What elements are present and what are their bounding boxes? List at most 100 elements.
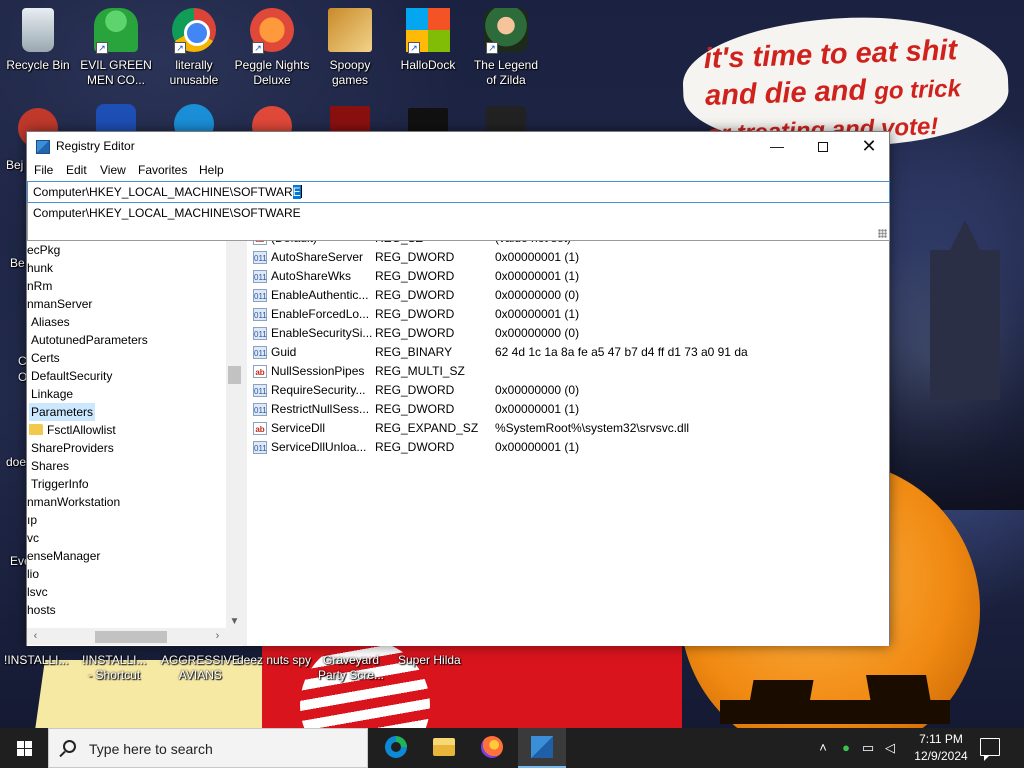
taskbar-clock[interactable]: 7:11 PM 12/9/2024	[906, 731, 976, 765]
desktop-icon-spoopy-games[interactable]: Spoopy games	[312, 8, 388, 88]
tree-item-fsctlallowlist[interactable]: FsctlAllowlist	[29, 421, 116, 439]
value-row[interactable]: 011 Guid REG_BINARY 62 4d 1c 1a 8a fe a5…	[247, 343, 887, 362]
clock-date: 12/9/2024	[914, 749, 968, 763]
value-row[interactable]: 011 EnableSecuritySi... REG_DWORD 0x0000…	[247, 324, 887, 343]
taskbar-app-firefox[interactable]	[468, 728, 516, 768]
value-row[interactable]: 011 AutoShareWks REG_DWORD 0x00000001 (1…	[247, 267, 887, 286]
desktop-icon-graveyard-party[interactable]: Graveyard Party Scre...	[318, 653, 384, 683]
menu-favorites[interactable]: Favorites	[138, 163, 187, 177]
value-row[interactable]: ab NullSessionPipes REG_MULTI_SZ	[247, 362, 887, 381]
tree-item[interactable]: hunk	[27, 259, 53, 277]
desktop-icon-installer-2[interactable]: !INSTALLI... - Shortcut	[82, 653, 146, 683]
tree-vertical-scrollbar[interactable]: ▼	[226, 232, 243, 630]
taskbar-app-registry-editor[interactable]	[518, 728, 566, 768]
address-input-value[interactable]: Computer\HKEY_LOCAL_MACHINE\SOFTWARE	[33, 185, 302, 199]
windows-logo-icon	[17, 741, 24, 748]
tree-item[interactable]: ecPkg	[27, 241, 60, 259]
value-row[interactable]: 011 RestrictNullSess... REG_DWORD 0x0000…	[247, 400, 887, 419]
value-row[interactable]: ab ServiceDll REG_EXPAND_SZ %SystemRoot%…	[247, 419, 887, 438]
tree-horizontal-scrollbar[interactable]: ‹ ›	[27, 628, 243, 645]
tree-item[interactable]: DefaultSecurity	[31, 367, 112, 385]
start-button[interactable]	[0, 728, 48, 768]
value-name: EnableAuthentic...	[271, 288, 369, 302]
notification-icon[interactable]	[980, 738, 1000, 761]
address-bar[interactable]: Computer\HKEY_LOCAL_MACHINE\SOFTWARE	[27, 181, 890, 203]
partial-desktop-label: Be	[10, 256, 25, 270]
people-icon[interactable]: ●	[838, 740, 854, 756]
recycle-bin-icon	[22, 8, 54, 52]
registry-editor-icon	[36, 140, 50, 154]
menu-help[interactable]: Help	[199, 163, 224, 177]
tree-item[interactable]: Linkage	[31, 385, 73, 403]
chevron-up-icon[interactable]: ˄	[815, 740, 831, 756]
tree-item[interactable]: nmanWorkstation	[27, 493, 120, 511]
desktop-icon-super-hilda[interactable]: Super Hilda	[398, 653, 461, 668]
value-row[interactable]: 011 RequireSecurity... REG_DWORD 0x00000…	[247, 381, 887, 400]
value-row[interactable]: 011 EnableForcedLo... REG_DWORD 0x000000…	[247, 305, 887, 324]
value-row[interactable]: 011 ServiceDllUnloa... REG_DWORD 0x00000…	[247, 438, 887, 457]
shortcut-arrow-icon: ↗	[96, 42, 108, 54]
menu-file[interactable]: File	[34, 163, 53, 177]
binary-value-icon: 011	[253, 403, 267, 416]
binary-value-icon: 011	[253, 289, 267, 302]
value-row[interactable]: 011 AutoShareServer REG_DWORD 0x00000001…	[247, 248, 887, 267]
tree-item[interactable]: ShareProviders	[31, 439, 114, 457]
file-explorer-icon	[433, 738, 455, 756]
tree-item[interactable]: TriggerInfo	[31, 475, 89, 493]
taskbar-app-edge[interactable]	[372, 728, 420, 768]
desktop-icon-peggle[interactable]: ↗ Peggle Nights Deluxe	[234, 8, 310, 88]
value-data: 0x00000001 (1)	[495, 402, 580, 416]
resize-grip-icon[interactable]	[878, 229, 887, 238]
menu-edit[interactable]: Edit	[66, 163, 87, 177]
speech-line-2a: and die and	[704, 74, 867, 113]
desktop-icon-evil-green-men[interactable]: ↗ EVIL GREEN MEN CO...	[78, 8, 154, 88]
autocomplete-suggestion[interactable]: Computer\HKEY_LOCAL_MACHINE\SOFTWARE	[33, 206, 301, 220]
tree-item[interactable]: lsvc	[27, 583, 48, 601]
tree-item[interactable]: Aliases	[31, 313, 70, 331]
chevron-right-icon[interactable]: ›	[209, 628, 226, 645]
minimize-button[interactable]: —	[754, 132, 800, 161]
tree-item[interactable]: AutotunedParameters	[31, 331, 148, 349]
desktop-icon-label: Recycle Bin	[6, 58, 70, 72]
partial-desktop-label: doe	[6, 455, 27, 469]
tree-item[interactable]: vc	[27, 529, 39, 547]
peggle-icon: ↗	[250, 8, 294, 54]
tree-item-selected[interactable]: Parameters	[29, 403, 96, 421]
desktop-icon-installer-1[interactable]: !INSTALLI...	[4, 653, 68, 668]
maximize-button[interactable]	[800, 132, 846, 161]
desktop-icon-recycle-bin[interactable]: Recycle Bin	[0, 8, 76, 73]
tree-item[interactable]: nRm	[27, 277, 52, 295]
tree-item[interactable]: lio	[27, 565, 39, 583]
desktop-icon-aggressive-avians[interactable]: AGGRESSIVE AVIANS	[161, 653, 240, 683]
folder-icon	[328, 8, 372, 52]
binary-value-icon: 011	[253, 441, 267, 454]
taskbar-app-file-explorer[interactable]	[420, 728, 468, 768]
tree-item[interactable]: Shares	[31, 457, 69, 475]
tree-item[interactable]: enseManager	[27, 547, 100, 565]
network-icon[interactable]: ▭	[860, 740, 876, 756]
desktop-icon-hallodock[interactable]: ↗ HalloDock	[390, 8, 466, 73]
chevron-left-icon[interactable]: ‹	[27, 628, 44, 645]
tree-item[interactable]: nmanServer	[27, 295, 92, 313]
menu-view[interactable]: View	[100, 163, 126, 177]
close-button[interactable]: ✕	[846, 132, 892, 161]
value-name: EnableSecuritySi...	[271, 326, 373, 340]
value-type: REG_DWORD	[375, 440, 455, 454]
title-bar[interactable]: Registry Editor — ✕	[27, 132, 889, 161]
folder-icon	[29, 424, 43, 435]
desktop-icon-deez-nuts-spy[interactable]: deez nuts spy	[237, 653, 311, 668]
value-type: REG_DWORD	[375, 307, 455, 321]
volume-icon[interactable]: ◁	[882, 740, 898, 756]
zilda-character-icon: ↗	[484, 8, 528, 54]
taskbar-search-box[interactable]: Type here to search	[48, 728, 368, 768]
desktop-icon-chrome[interactable]: ↗ literally unusable	[156, 8, 232, 88]
desktop-icon-label: Party Scre...	[318, 668, 385, 682]
scrollbar-thumb[interactable]	[95, 631, 167, 643]
desktop-icon-zilda[interactable]: ↗ The Legend of Zilda	[468, 8, 544, 88]
value-row[interactable]: 011 EnableAuthentic... REG_DWORD 0x00000…	[247, 286, 887, 305]
tree-item[interactable]: hosts	[27, 601, 56, 619]
shortcut-arrow-icon: ↗	[486, 42, 498, 54]
tree-item[interactable]: Certs	[31, 349, 60, 367]
scrollbar-thumb[interactable]	[228, 366, 241, 384]
tree-item[interactable]: ıp	[27, 511, 37, 529]
